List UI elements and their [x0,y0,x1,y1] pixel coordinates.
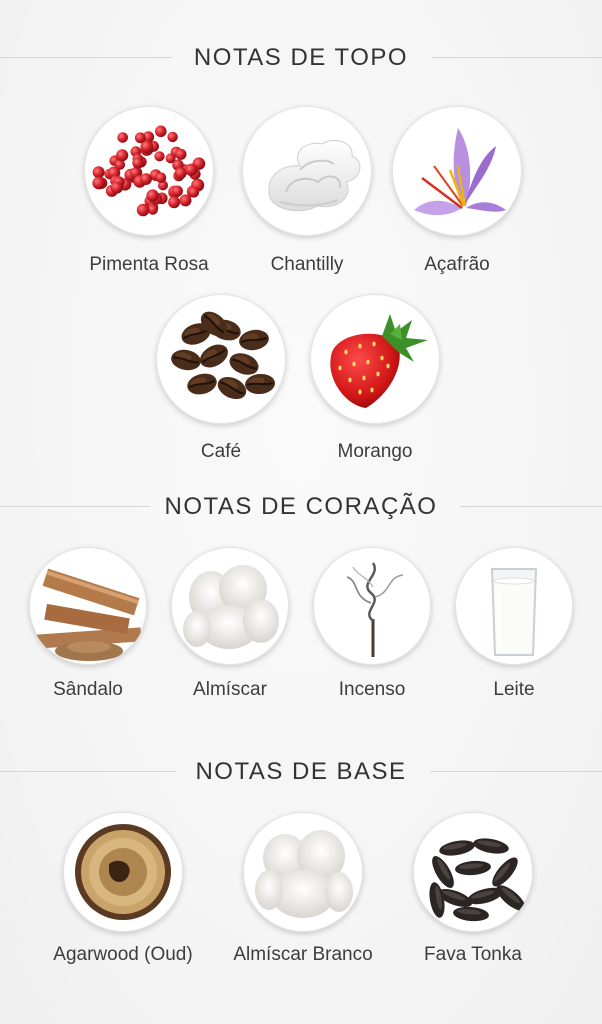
section-heading: NOTAS DE BASE [195,758,407,785]
section-heading: NOTAS DE TOPO [193,44,409,71]
note-sandalo: Sândalo [29,547,147,700]
incense-smoke-icon [313,547,431,665]
sandalwood-icon [29,547,147,665]
note-label: Leite [493,679,535,700]
note-label: Agarwood (Oud) [53,944,193,965]
note-pimenta-rosa: Pimenta Rosa [84,106,214,275]
note-morango: Morango [310,294,440,462]
note-acafrao: Açafrão [392,106,522,275]
section-title-top: NOTAS DE TOPO [0,38,602,78]
note-agarwood: Agarwood (Oud) [53,812,193,965]
section-heading: NOTAS DE CORAÇÃO [164,493,438,520]
section-title-heart: NOTAS DE CORAÇÃO [0,487,602,527]
note-label: Morango [337,441,413,462]
saffron-flower-icon [392,106,522,236]
note-label: Fava Tonka [424,944,522,965]
whipped-cream-icon [242,106,372,236]
note-almiscar-branco: Almíscar Branco [233,812,373,965]
agarwood-icon [63,812,183,932]
white-musk-icon [243,812,363,932]
note-label: Açafrão [424,254,490,275]
note-fava-tonka: Fava Tonka [413,812,533,965]
musk-icon [171,547,289,665]
section-title-base: NOTAS DE BASE [0,752,602,792]
coffee-beans-icon [156,294,286,424]
strawberry-icon [310,294,440,424]
note-cafe: Café [156,294,286,462]
note-incenso: Incenso [313,547,431,700]
pink-peppercorn-icon [84,106,214,236]
note-leite: Leite [455,547,573,700]
milk-glass-icon [455,547,573,665]
note-chantilly: Chantilly [242,106,372,275]
tonka-beans-icon [413,812,533,932]
note-almiscar: Almíscar [171,547,289,700]
